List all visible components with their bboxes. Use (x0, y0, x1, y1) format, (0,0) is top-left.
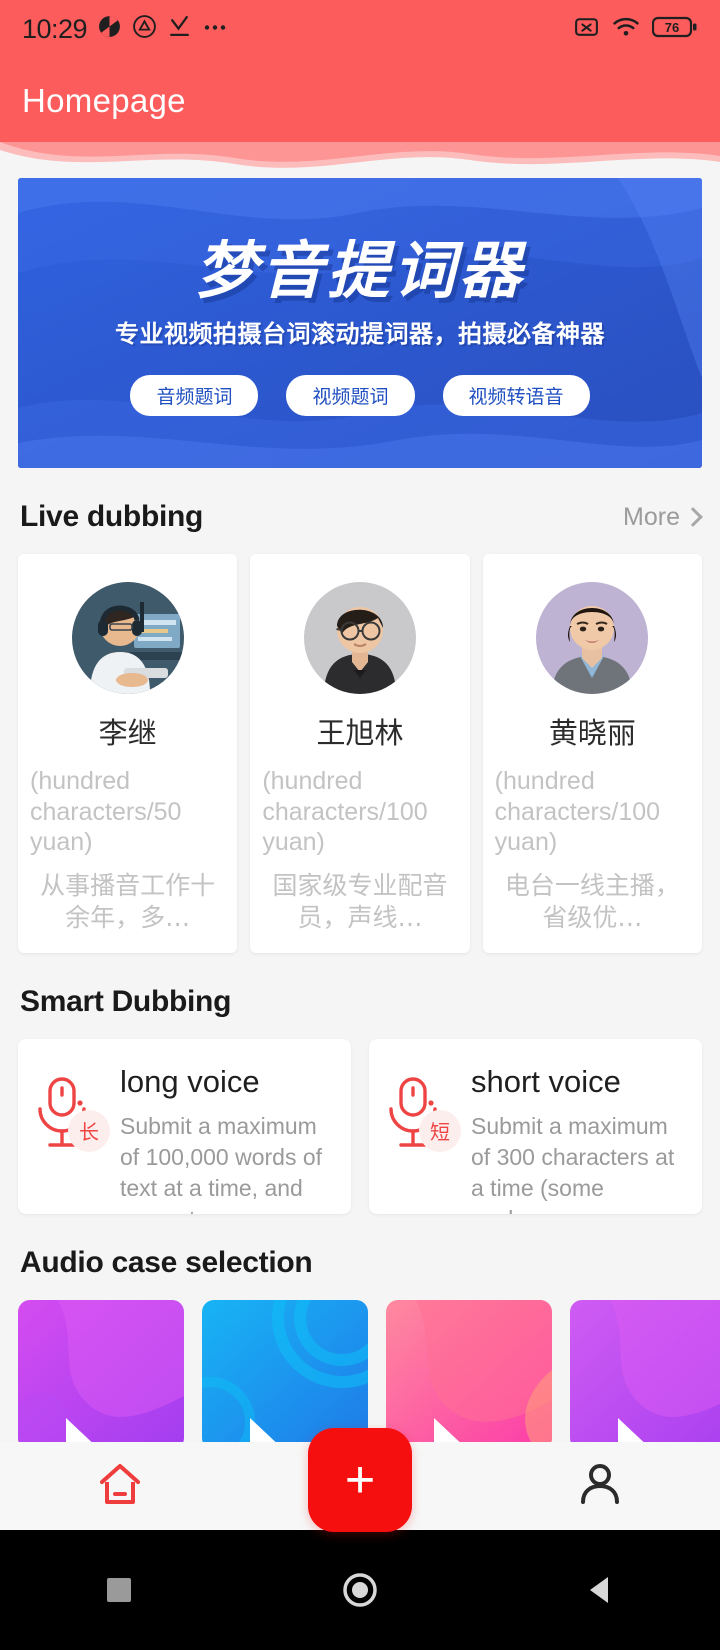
banner-pill-audio-prompter[interactable]: 音频题词 (130, 374, 259, 416)
smart-card-description: Submit a maximum of 100,000 words of tex… (120, 1112, 323, 1214)
home-icon (94, 1458, 146, 1515)
artist-description: 从事播音工作十余年，多… (40, 870, 216, 933)
header-wave-decoration (0, 142, 720, 174)
artist-price: (hundred characters/50 yuan) (30, 767, 182, 856)
page-title: Homepage (22, 81, 186, 119)
dubbing-artist-card[interactable]: 李继 (hundred characters/50 yuan) 从事播音工作十余… (18, 554, 238, 953)
battery-level-text: 76 (665, 20, 679, 35)
tab-profile[interactable] (480, 1458, 720, 1515)
mic-badge-long: 长 (68, 1109, 110, 1152)
live-dubbing-header: Live dubbing More (20, 500, 703, 534)
banner-pill-video-prompter[interactable]: 视频题词 (286, 374, 415, 416)
square-recents-button[interactable] (98, 1569, 140, 1611)
artist-price: (hundred characters/100 yuan) (262, 767, 428, 856)
audio-case-title: Audio case selection (20, 1245, 313, 1279)
smart-dubbing-card-long-voice[interactable]: 长 long voice Submit a maximum of 100,000… (18, 1038, 351, 1214)
avatar (303, 582, 416, 694)
download-check-icon (167, 14, 192, 44)
artist-price: (hundred characters/100 yuan) (494, 767, 661, 856)
triangle-warning-icon (132, 14, 157, 44)
mic-badge-short: 短 (419, 1109, 461, 1152)
banner-pill-group: 音频题词 视频题词 视频转语音 (130, 374, 590, 416)
live-dubbing-list: 李继 (hundred characters/50 yuan) 从事播音工作十余… (18, 554, 702, 953)
promo-banner[interactable]: 梦音提词器 专业视频拍摄台词滚动提词器，拍摄必备神器 音频题词 视频题词 视频转… (18, 178, 702, 468)
smart-card-texts: short voice Submit a maximum of 300 char… (471, 1063, 684, 1214)
artist-name: 王旭林 (316, 716, 404, 750)
audio-case-thumbnail[interactable] (18, 1299, 184, 1450)
audio-case-thumbnail[interactable] (386, 1299, 552, 1450)
artist-description: 电台一线主播，省级优… (504, 870, 680, 933)
avatar (71, 582, 184, 694)
smart-card-title: long voice (120, 1063, 260, 1099)
status-bar: 10:29 76 (0, 0, 720, 58)
create-fab-button[interactable]: + (308, 1428, 412, 1532)
smart-card-description: Submit a maximum of 300 characters at a … (471, 1112, 675, 1214)
audio-case-list (18, 1299, 720, 1450)
banner-subtitle: 专业视频拍摄台词滚动提词器，拍摄必备神器 (115, 319, 605, 348)
avatar (536, 582, 649, 694)
smart-card-texts: long voice Submit a maximum of 100,000 w… (120, 1063, 333, 1214)
status-bar-right: 76 (573, 14, 698, 45)
artist-description: 国家级专业配音员，声线… (272, 870, 448, 933)
banner-pill-video-to-speech[interactable]: 视频转语音 (442, 374, 590, 416)
sim-off-icon (573, 14, 600, 44)
dubbing-artist-card[interactable]: 黄晓丽 (hundred characters/100 yuan) 电台一线主播… (482, 554, 702, 953)
banner-content: 梦音提词器 专业视频拍摄台词滚动提词器，拍摄必备神器 音频题词 视频题词 视频转… (18, 178, 702, 468)
status-time: 10:29 (22, 13, 88, 44)
triangle-back-button[interactable] (580, 1569, 622, 1611)
live-dubbing-title: Live dubbing (20, 500, 204, 533)
audio-case-thumbnail[interactable] (202, 1299, 368, 1450)
shutter-icon (97, 14, 122, 44)
mic-icon-wrapper: 长 (32, 1065, 110, 1156)
smart-dubbing-list: 长 long voice Submit a maximum of 100,000… (18, 1038, 702, 1214)
status-bar-left: 10:29 (22, 14, 573, 45)
plus-icon: + (344, 1451, 376, 1509)
app-bar: Homepage (0, 58, 720, 143)
battery-icon: 76 (651, 14, 698, 45)
smart-dubbing-header: Smart Dubbing (20, 985, 700, 1019)
smart-dubbing-title: Smart Dubbing (20, 984, 232, 1018)
android-navigation-bar (0, 1530, 720, 1650)
more-dots-icon (202, 14, 230, 44)
smart-card-title: short voice (471, 1063, 621, 1099)
audio-case-thumbnail[interactable] (570, 1299, 720, 1450)
chevron-right-icon (683, 507, 703, 527)
wifi-icon (612, 14, 640, 44)
main-content: 梦音提词器 专业视频拍摄台词滚动提词器，拍摄必备神器 音频题词 视频题词 视频转… (0, 178, 720, 1450)
tab-home[interactable] (0, 1458, 240, 1515)
circle-home-button[interactable] (336, 1566, 384, 1614)
more-label: More (623, 502, 680, 531)
artist-name: 李继 (98, 716, 157, 750)
artist-name: 黄晓丽 (548, 716, 636, 750)
live-dubbing-more-button[interactable]: More (623, 502, 703, 532)
smart-dubbing-card-short-voice[interactable]: 短 short voice Submit a maximum of 300 ch… (369, 1038, 702, 1214)
audio-case-header: Audio case selection (20, 1246, 700, 1280)
dubbing-artist-card[interactable]: 王旭林 (hundred characters/100 yuan) 国家级专业配… (250, 554, 470, 953)
person-icon (574, 1458, 626, 1515)
mic-icon-wrapper: 短 (383, 1065, 461, 1156)
banner-title: 梦音提词器 (194, 234, 525, 308)
